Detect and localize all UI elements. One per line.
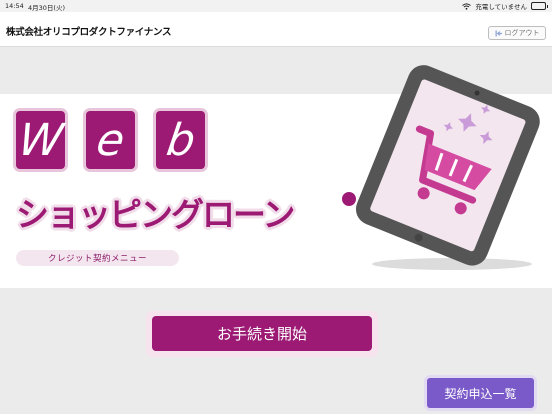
status-date: 4月30日(火) xyxy=(28,4,65,12)
web-letter-e: e xyxy=(86,111,135,169)
logout-label: ログアウト xyxy=(504,29,540,37)
charging-status: 充電していません xyxy=(475,3,527,11)
app-header: 株式会社オリコプロダクトファイナンス ログアウト xyxy=(0,12,552,47)
web-letter-w: W xyxy=(15,111,66,169)
status-right: 充電していません xyxy=(462,1,548,11)
start-button-frame: お手続き開始 xyxy=(146,311,378,357)
hero-title: ショッピングローン xyxy=(16,195,295,234)
wifi-icon xyxy=(462,2,472,10)
status-bar: 14:54 4月30日(火) 充電していません xyxy=(0,0,552,12)
web-letter-b: b xyxy=(156,111,205,169)
logout-button[interactable]: ログアウト xyxy=(488,26,546,40)
contract-list-button[interactable]: 契約申込一覧 xyxy=(427,378,534,408)
tablet-cart-illustration xyxy=(355,65,540,270)
logout-icon xyxy=(495,30,502,36)
battery-icon xyxy=(531,2,548,10)
company-name: 株式会社オリコプロダクトファイナンス xyxy=(6,27,172,38)
status-time: 14:54 xyxy=(5,2,24,10)
start-procedure-button[interactable]: お手続き開始 xyxy=(152,316,372,351)
hero-subtitle: クレジット契約メニュー xyxy=(16,250,179,266)
